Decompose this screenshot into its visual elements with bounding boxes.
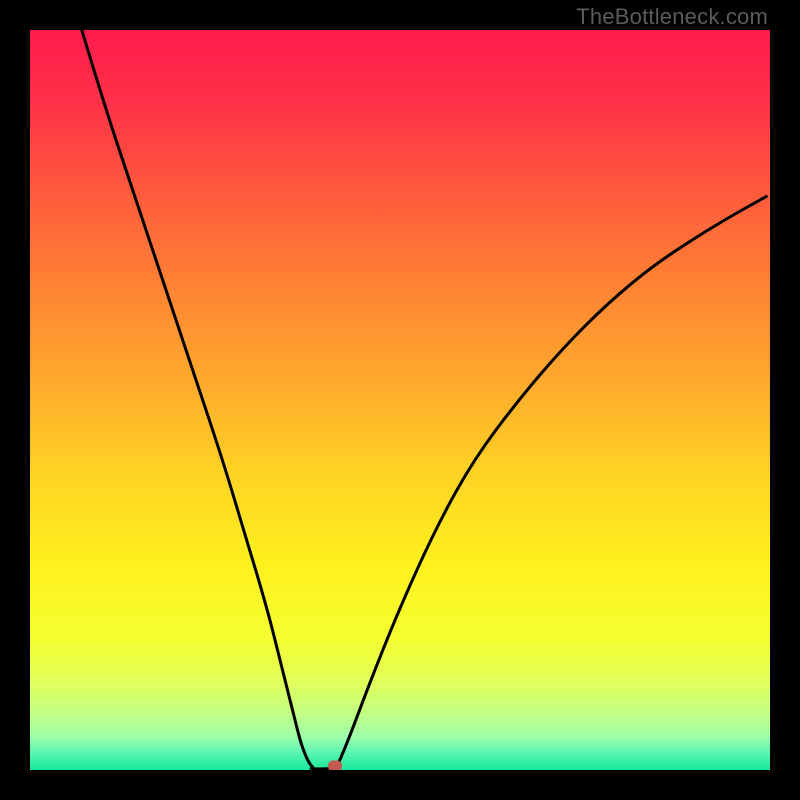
plot-area (30, 30, 770, 770)
watermark-text: TheBottleneck.com (576, 4, 768, 30)
bottleneck-curve (30, 30, 770, 770)
chart-frame: TheBottleneck.com (0, 0, 800, 800)
optimum-marker (328, 760, 342, 770)
